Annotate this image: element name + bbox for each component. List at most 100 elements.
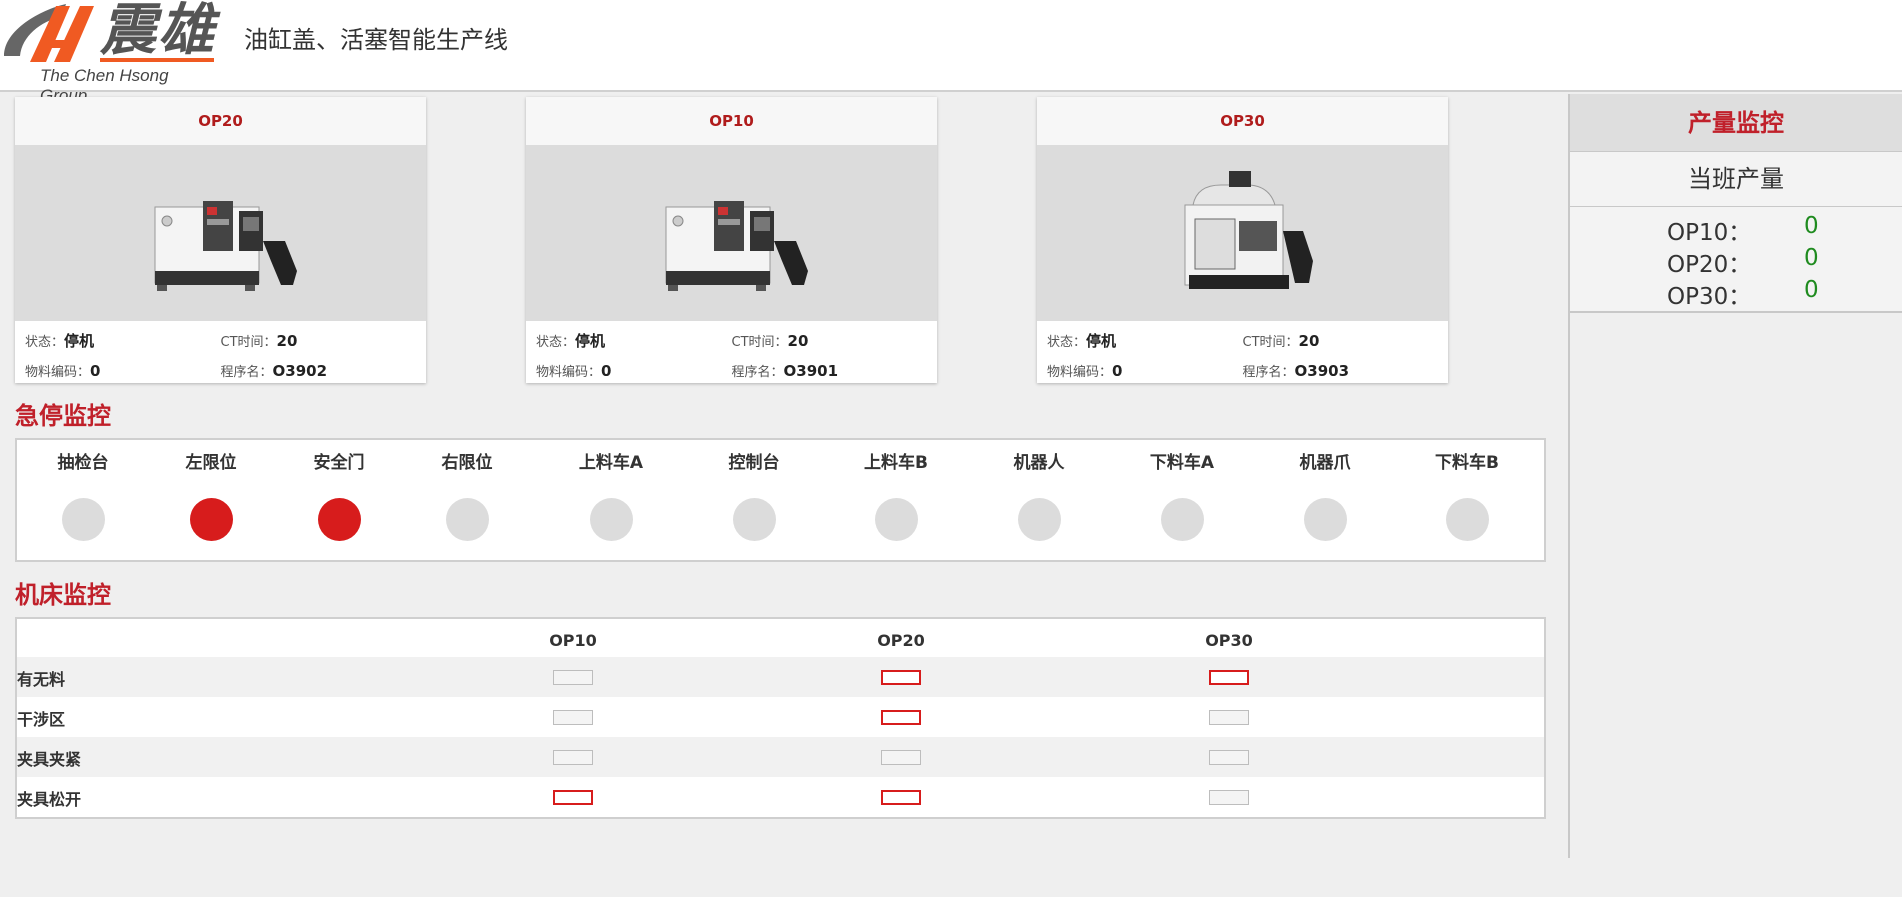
estop-label: 安全门 [313,453,365,473]
production-row: OP20： 0 [1570,243,1902,278]
material-code-field: 物料编码：0 [25,361,221,380]
machine-card-op30[interactable]: OP30 状态：停机 CT时间：20 物料编码：0 程序名：O3903 [1037,97,1448,383]
program-value: O3902 [272,361,328,380]
logo-swoosh-icon [4,4,94,62]
production-row: OP10： 0 [1570,211,1902,246]
logo-name: 震雄 [100,0,216,63]
status-label: 状态： [25,334,65,350]
production-value: 0 [1804,245,1819,271]
program-label: 程序名： [731,364,784,380]
status-indicator [553,790,593,805]
status-label: 状态： [1047,334,1087,350]
estop-item: 下料车B [1407,440,1527,541]
production-panel: 产量监控 当班产量 OP10： 0 OP20： 0 OP30： 0 [1568,94,1902,858]
row-label: 夹具夹紧 [17,750,82,769]
material-code-field: 物料编码：0 [1047,361,1243,380]
column-header: OP30 [1205,631,1253,650]
status-indicator [1209,790,1249,805]
material-code-label: 物料编码： [1047,364,1113,380]
status-field: 状态：停机 [25,330,221,351]
estop-item: 抽检台 [23,440,143,541]
status-indicator [553,670,593,685]
status-value: 停机 [64,331,95,350]
estop-label: 抽检台 [57,453,109,473]
machine-info: 状态：停机 CT时间：20 物料编码：0 程序名：O3902 [15,321,426,385]
program-field: 程序名：O3903 [1243,361,1439,380]
estop-label: 机器人 [1013,453,1065,473]
status-indicator [881,710,921,725]
status-label: 状态： [536,334,576,350]
estop-label: 下料车A [1149,453,1215,473]
estop-indicator-light [317,498,361,541]
status-indicator [553,710,593,725]
company-logo: 震雄 The Chen Hsong Group [0,0,220,105]
program-field: 程序名：O3901 [732,361,928,380]
estop-indicator-light [1160,498,1204,541]
program-value: O3903 [1294,361,1350,380]
production-subtitle: 当班产量 [1570,152,1902,207]
estop-item: 上料车A [551,440,671,541]
estop-label: 上料车B [864,453,928,473]
ct-field: CT时间：20 [1243,331,1439,350]
production-row: OP30： 0 [1570,275,1902,310]
estop-item: 左限位 [151,440,271,541]
estop-item: 机器人 [979,440,1099,541]
estop-indicator-light [61,498,105,541]
table-header: OP10 OP20 OP30 [17,619,1544,659]
row-label: 干涉区 [17,710,66,729]
material-code-value: 0 [601,361,612,380]
machine-info: 状态：停机 CT时间：20 物料编码：0 程序名：O3901 [526,321,937,385]
estop-label: 左限位 [185,453,237,473]
status-indicator [1209,670,1249,685]
machine-monitor-table: OP10 OP20 OP30 有无料干涉区夹具夹紧夹具松开 [15,617,1546,819]
ct-value: 20 [1298,331,1320,350]
ct-label: CT时间： [731,334,788,350]
table-row: 夹具松开 [17,777,1544,817]
status-indicator [1209,710,1249,725]
row-label: 有无料 [17,670,66,689]
estop-indicator-light [1017,498,1061,541]
machine-card-title: OP20 [15,97,426,145]
status-indicator [1209,750,1249,765]
machine-card-op10[interactable]: OP10 状态：停机 CT时间：20 物料编码：0 程序名：O3901 [526,97,937,383]
estop-indicator-light [1303,498,1347,541]
column-header: OP20 [877,631,925,650]
estop-item: 安全门 [279,440,399,541]
status-indicator [553,750,593,765]
production-title: 产量监控 [1570,94,1902,152]
material-code-field: 物料编码：0 [536,361,732,380]
estop-item: 下料车A [1122,440,1242,541]
estop-indicator-light [732,498,776,541]
estop-section-title: 急停监控 [15,402,111,430]
estop-label: 上料车A [578,453,644,473]
material-code-label: 物料编码： [25,364,91,380]
machine-image [526,145,937,321]
production-name: OP30： [1667,284,1752,310]
estop-item: 控制台 [694,440,814,541]
machine-section-title: 机床监控 [15,581,111,609]
machine-info: 状态：停机 CT时间：20 物料编码：0 程序名：O3903 [1037,321,1448,385]
estop-indicator-light [445,498,489,541]
material-code-value: 0 [90,361,101,380]
machine-image [15,145,426,321]
estop-item: 机器爪 [1265,440,1385,541]
estop-label: 控制台 [728,453,780,473]
program-field: 程序名：O3902 [221,361,417,380]
estop-item: 上料车B [836,440,956,541]
row-label: 夹具松开 [17,790,82,809]
program-value: O3901 [783,361,839,380]
table-row: 有无料 [17,657,1544,697]
estop-indicator-light [874,498,918,541]
machine-card-op20[interactable]: OP20 状态：停机 CT时间：20 物料编码：0 程序名：O3902 [15,97,426,383]
status-indicator [881,750,921,765]
table-row: 夹具夹紧 [17,737,1544,777]
production-name: OP10： [1667,220,1752,246]
machine-image [1037,145,1448,321]
header-bar: 震雄 The Chen Hsong Group 油缸盖、活塞智能生产线 [0,0,1902,105]
column-header: OP10 [549,631,597,650]
ct-value: 20 [787,331,809,350]
estop-label: 右限位 [441,453,493,473]
machine-card-title: OP10 [526,97,937,145]
material-code-label: 物料编码： [536,364,602,380]
estop-indicator-light [1445,498,1489,541]
